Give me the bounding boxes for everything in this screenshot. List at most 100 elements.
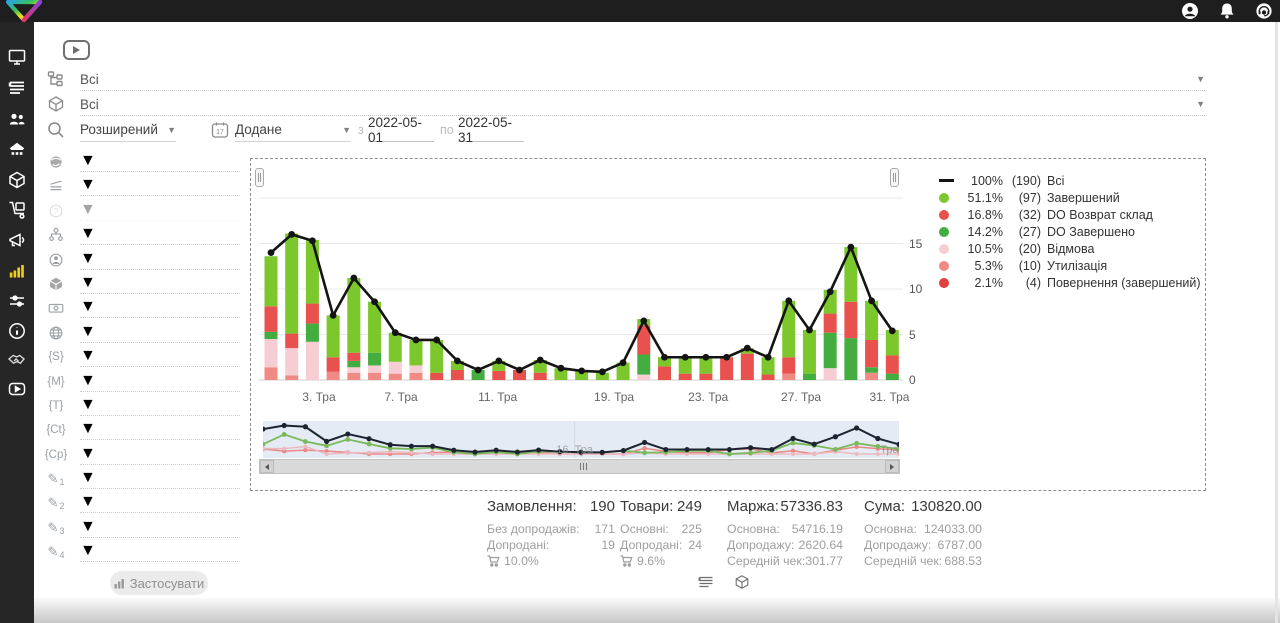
bracket-icon: {M} — [46, 372, 66, 392]
navigator-left-handle[interactable] — [255, 168, 264, 187]
notifications-bell-icon[interactable] — [1218, 2, 1236, 20]
chevron-down-icon: ▼ — [80, 542, 96, 560]
legend-label: Завершений — [1047, 191, 1120, 205]
cart-icon — [620, 555, 633, 567]
filter-select[interactable]: ▼ — [80, 395, 240, 416]
legend-dot-marker — [939, 261, 959, 271]
filter-select[interactable]: ▼ — [80, 517, 240, 538]
legend-percent: 16.8% — [959, 208, 1003, 222]
legend-item[interactable]: 100%(190)Всі — [939, 172, 1201, 189]
list-view-icon[interactable] — [698, 574, 714, 590]
sidebar-item-products[interactable] — [7, 170, 27, 190]
legend-count: (20) — [1003, 242, 1041, 256]
chart-navigator[interactable]: 16. ТраТра — [263, 421, 899, 458]
filter-select[interactable]: ▼ — [80, 468, 240, 489]
legend-item[interactable]: 14.2%(27)DO Завершено — [939, 223, 1201, 240]
search-date-row: Розширений ▼ 17 Додане ▼ з 2022-05-01 по… — [34, 118, 1159, 144]
filter-select[interactable]: ▼ — [80, 297, 240, 318]
filter-select[interactable]: ▼ — [80, 175, 240, 196]
user-icon[interactable] — [1181, 2, 1199, 20]
legend-item[interactable]: 16.8%(32)DO Возврат склад — [939, 206, 1201, 223]
scrollbar-grip[interactable] — [580, 463, 587, 470]
filter-select[interactable]: ▼ — [80, 444, 240, 465]
date-from-value: 2022-05-01 — [368, 115, 434, 145]
legend-item[interactable]: 10.5%(20)Відмова — [939, 240, 1201, 257]
filter-row-pencil-1: ✎1▼ — [34, 467, 254, 491]
filter-select[interactable]: ▼ — [80, 224, 240, 245]
filter-select[interactable]: ▼ — [80, 371, 240, 392]
legend-count: (190) — [1003, 174, 1041, 188]
chevron-down-icon: ▼ — [80, 176, 96, 194]
filter-select[interactable]: ▼ — [80, 249, 240, 270]
sidebar-item-customers[interactable] — [7, 109, 27, 129]
filter-select[interactable]: ▼ — [80, 346, 240, 367]
vertical-scrollbar[interactable] — [1275, 22, 1278, 623]
bracket-icon: {S} — [46, 347, 66, 367]
brand-logo-icon[interactable] — [4, 0, 44, 22]
globe-grid-icon — [46, 323, 66, 343]
date-to-value: 2022-05-31 — [458, 115, 524, 145]
sidebar-item-video[interactable] — [7, 379, 27, 399]
bottom-strip — [34, 598, 1280, 623]
sitemap-icon — [46, 225, 66, 245]
date-field-value: Додане — [235, 122, 282, 137]
sidebar-item-settings[interactable] — [7, 291, 27, 311]
package-view-icon[interactable] — [734, 574, 750, 590]
scroll-left-button[interactable] — [260, 460, 274, 473]
banknote-icon — [46, 298, 66, 318]
legend-item[interactable]: 2.1%(4)Повернення (завершений) — [939, 274, 1201, 291]
sidebar-item-store[interactable] — [7, 140, 27, 160]
filter-row-bracket-Ct: {Ct} ▼ — [34, 418, 254, 442]
navigator-scrollbar[interactable] — [259, 459, 900, 474]
filter-row-bracket-M: {M} ▼ — [34, 370, 254, 394]
legend-percent: 51.1% — [959, 191, 1003, 205]
status-group-select[interactable]: Всі ▼ — [80, 68, 1205, 91]
support-headset-icon[interactable] — [1255, 2, 1273, 20]
legend-item[interactable]: 51.1%(97)Завершений — [939, 189, 1201, 206]
filter-row-pencil-2: ✎2▼ — [34, 491, 254, 515]
stat-subrow: Допродажу:6787.00 — [864, 537, 982, 553]
stat-title: Товари:249 — [620, 498, 702, 515]
sidebar — [0, 22, 34, 623]
navigator-right-handle[interactable] — [890, 168, 899, 187]
search-mode-select[interactable]: Розширений ▼ — [80, 118, 176, 142]
sidebar-item-analytics[interactable] — [7, 261, 27, 281]
bracket-icon: {T} — [46, 396, 66, 416]
filter-select[interactable]: ▼ — [80, 151, 240, 172]
sidebar-item-logistics[interactable] — [7, 200, 27, 220]
legend-line-marker — [939, 179, 959, 182]
sidebar-item-partners-handshake[interactable] — [7, 349, 27, 369]
apply-button[interactable]: Застосувати — [110, 571, 208, 595]
filter-select[interactable]: ▼ — [80, 273, 240, 294]
date-field-select[interactable]: Додане ▼ — [235, 118, 351, 142]
scroll-right-button[interactable] — [885, 460, 899, 473]
date-to-input[interactable]: 2022-05-31 — [458, 118, 524, 142]
x-tick: 3. Тра — [302, 390, 335, 404]
filter-select[interactable]: ▼ — [80, 419, 240, 440]
product-select[interactable]: Всі ▼ — [80, 93, 1205, 116]
search-mode-value: Розширений — [80, 122, 158, 137]
bracket-icon: {Ct} — [46, 420, 66, 440]
stat-title: Замовлення:190 — [487, 498, 615, 515]
legend-item[interactable]: 5.3%(10)Утилізація — [939, 257, 1201, 274]
sidebar-item-dashboard[interactable] — [7, 47, 27, 67]
filter-row-sitemap: ▼ — [34, 223, 254, 247]
filter-select[interactable]: ▼ — [80, 541, 240, 562]
y-tick: 15 — [909, 237, 935, 251]
chevron-down-icon: ▼ — [80, 445, 96, 463]
filter-select[interactable]: ▼ — [80, 322, 240, 343]
sidebar-item-info[interactable] — [7, 321, 27, 341]
calendar-icon: 17 — [211, 121, 229, 139]
stat-subrow: Допродажу:2620.64 — [727, 537, 843, 553]
video-help-button[interactable] — [63, 40, 90, 60]
filter-row-bracket-S: {S} ▼ — [34, 345, 254, 369]
stat-subrow: Середній чек:688.53 — [864, 553, 982, 569]
filter-select[interactable]: ▼ — [80, 492, 240, 513]
globe-sync-icon — [46, 152, 66, 172]
legend-count: (32) — [1003, 208, 1041, 222]
filter-panel: ▼▼?▼▼▼▼▼▼{S}▼{M}▼{T}▼{Ct}▼{Cp}▼✎1▼✎2▼✎3▼… — [34, 150, 254, 565]
sidebar-item-orders-list[interactable] — [7, 78, 27, 98]
date-from-input[interactable]: 2022-05-01 — [368, 118, 434, 142]
legend-dot-marker — [939, 278, 959, 288]
sidebar-item-marketing[interactable] — [7, 231, 27, 251]
